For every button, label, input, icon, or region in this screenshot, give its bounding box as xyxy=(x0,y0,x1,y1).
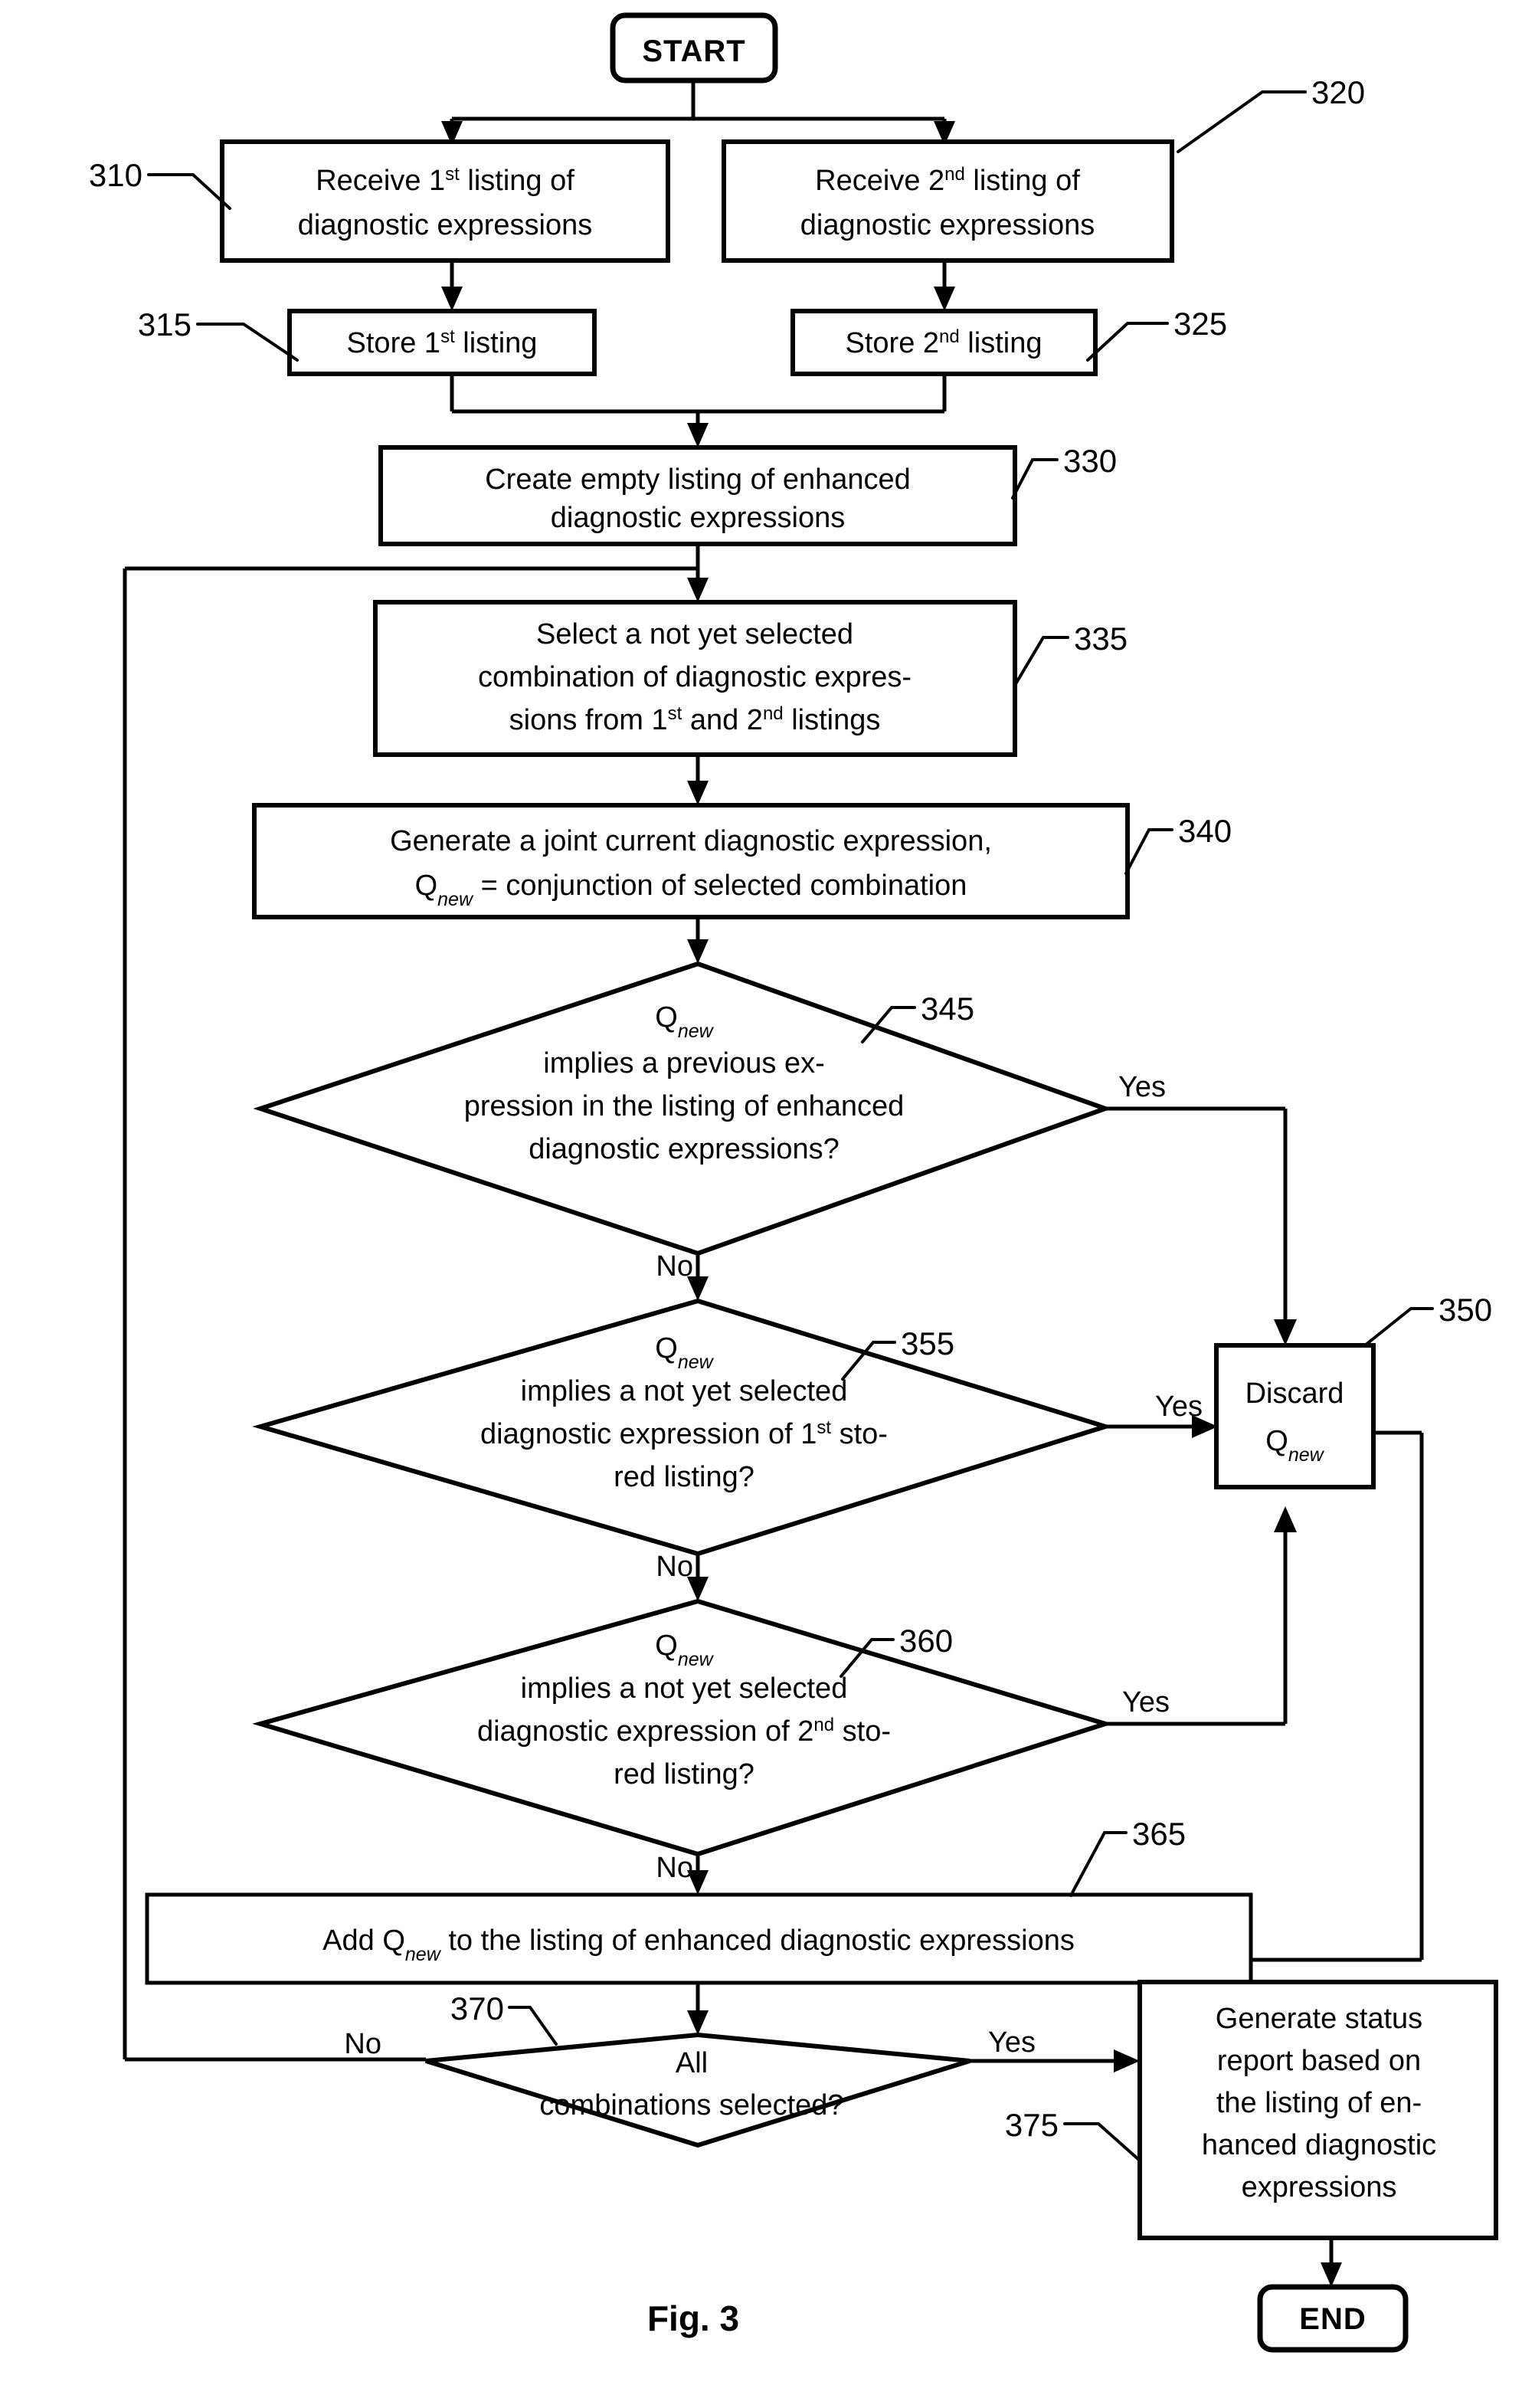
node-335-line-1: Select a not yet selected xyxy=(536,618,853,650)
branch-label-370-no: No xyxy=(344,2028,381,2060)
ref-numeral-330: 330 xyxy=(1063,443,1117,479)
branch-label-360-yes: Yes xyxy=(1122,1686,1170,1718)
ref-numeral-320: 320 xyxy=(1311,74,1365,110)
leader-340 xyxy=(1124,828,1173,875)
node-325: Store 2nd listing xyxy=(790,309,1098,376)
ref-numeral-355: 355 xyxy=(901,1325,954,1361)
leader-315 xyxy=(196,323,299,362)
node-375-line-3: the listing of en- xyxy=(1216,2087,1422,2119)
node-340-line-1: Generate a joint current diagnostic expr… xyxy=(390,825,992,857)
ref-numeral-375: 375 xyxy=(1005,2107,1059,2143)
node-370-line-1: All xyxy=(676,2047,708,2079)
leader-375 xyxy=(1063,2122,1141,2162)
node-335-line-2: combination of diagnostic expres- xyxy=(478,661,912,693)
leader-350 xyxy=(1363,1307,1434,1347)
arrowhead-340-to-345 xyxy=(687,939,709,964)
node-360: Qnew implies a not yet selected diagnost… xyxy=(252,1598,1114,1857)
node-360-line-4: red listing? xyxy=(614,1758,754,1790)
node-315: Store 1st listing xyxy=(287,309,597,376)
branch-label-355-yes: Yes xyxy=(1155,1391,1203,1423)
ref-numeral-350: 350 xyxy=(1439,1292,1492,1328)
node-330-line-1: Create empty listing of enhanced xyxy=(485,464,911,496)
ref-numeral-335: 335 xyxy=(1074,621,1128,657)
node-355: Qnew implies a not yet selected diagnost… xyxy=(252,1298,1114,1557)
ref-numeral-345: 345 xyxy=(921,991,974,1027)
ref-numeral-310: 310 xyxy=(89,157,142,193)
node-350-line-1: Discard xyxy=(1245,1378,1344,1410)
arrowhead-320-to-325 xyxy=(934,287,955,311)
node-345-line-4: diagnostic expressions? xyxy=(529,1133,840,1165)
leader-370 xyxy=(508,2006,558,2046)
ref-numeral-365: 365 xyxy=(1132,1816,1186,1852)
node-355-line-2: implies a not yet selected xyxy=(521,1375,848,1407)
node-330-line-2: diagnostic expressions xyxy=(551,502,845,534)
branch-label-360-no: No xyxy=(656,1852,693,1884)
node-345-line-2: implies a previous ex- xyxy=(543,1047,824,1080)
node-start: START xyxy=(610,12,778,84)
arrowhead-370-yes-to-375 xyxy=(1114,2049,1140,2072)
node-375-line-1: Generate status xyxy=(1216,2003,1422,2035)
node-320-shape xyxy=(722,139,1174,263)
node-350: Discard Qnew xyxy=(1214,1343,1376,1489)
node-370-line-2: combinations selected? xyxy=(539,2089,843,2121)
arrowhead-365-to-370 xyxy=(687,2010,709,2035)
node-335-line-3: sions from 1st and 2nd listings xyxy=(509,703,881,737)
ref-numeral-340: 340 xyxy=(1178,813,1232,849)
node-375: Generate status report based on the list… xyxy=(1137,1980,1498,2240)
node-345: Qnew implies a previous ex- pression in … xyxy=(253,961,1112,1256)
arrowhead-345-yes-to-350 xyxy=(1274,1319,1297,1345)
node-end: END xyxy=(1257,2284,1409,2353)
ref-numeral-325: 325 xyxy=(1173,306,1227,342)
node-310: Receive 1st listing of diagnostic expres… xyxy=(220,139,670,263)
node-355-line-4: red listing? xyxy=(614,1461,754,1493)
node-320-line-2: diagnostic expressions xyxy=(800,209,1095,241)
ref-numeral-360: 360 xyxy=(899,1623,953,1659)
node-350-shape xyxy=(1214,1343,1376,1489)
node-310-shape xyxy=(220,139,670,263)
branch-label-370-yes: Yes xyxy=(988,2026,1036,2059)
leader-330 xyxy=(1011,458,1059,500)
arrowhead-310-to-315 xyxy=(441,287,463,311)
branch-label-345-yes: Yes xyxy=(1118,1071,1166,1103)
node-375-line-4: hanced diagnostic xyxy=(1202,2129,1436,2161)
ref-numeral-315: 315 xyxy=(138,306,191,342)
patent-figure-3: START Receive 1st listing of diagnostic … xyxy=(0,0,1522,2408)
node-370: All combinations selected? xyxy=(425,2032,970,2148)
node-375-line-2: report based on xyxy=(1217,2045,1421,2077)
leader-325 xyxy=(1086,322,1169,362)
leader-320 xyxy=(1177,90,1307,153)
branch-label-355-no: No xyxy=(656,1551,693,1583)
leader-365 xyxy=(1069,1831,1128,1897)
node-330: Create empty listing of enhanced diagnos… xyxy=(378,445,1017,546)
node-340: Generate a joint current diagnostic expr… xyxy=(252,803,1130,919)
node-375-line-5: expressions xyxy=(1242,2171,1397,2203)
node-320: Receive 2nd listing of diagnostic expres… xyxy=(722,139,1174,263)
arrowhead-335-to-340 xyxy=(687,781,709,805)
start-terminal-label: START xyxy=(642,34,745,68)
node-345-line-3: pression in the listing of enhanced xyxy=(464,1090,905,1122)
node-335: Select a not yet selected combination of… xyxy=(373,600,1017,757)
arrowhead-merge-to-330 xyxy=(687,423,709,447)
ref-numeral-370: 370 xyxy=(450,1990,504,2026)
branch-label-345-no: No xyxy=(656,1250,693,1283)
figure-caption: Fig. 3 xyxy=(647,2298,739,2338)
node-365: Add Qnew to the listing of enhanced diag… xyxy=(145,1892,1253,1985)
flowchart-canvas: START Receive 1st listing of diagnostic … xyxy=(89,12,1498,2353)
arrowhead-330-to-335 xyxy=(687,578,709,602)
node-310-line-2: diagnostic expressions xyxy=(298,209,592,241)
leader-335 xyxy=(1013,636,1069,688)
node-360-line-2: implies a not yet selected xyxy=(521,1672,848,1705)
arrowhead-375-to-end xyxy=(1321,2262,1342,2287)
leader-310 xyxy=(147,173,231,210)
end-terminal-label: END xyxy=(1299,2302,1366,2336)
arrowhead-360-yes-to-350 xyxy=(1274,1506,1297,1532)
